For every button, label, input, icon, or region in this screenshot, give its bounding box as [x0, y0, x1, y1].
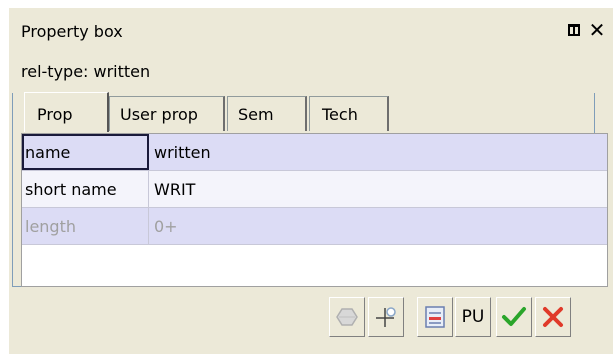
- property-value-cell: 0+: [154, 217, 178, 236]
- property-row-name[interactable]: name written: [22, 134, 607, 171]
- property-value-cell[interactable]: written: [150, 134, 607, 170]
- property-name-cell: length: [22, 208, 149, 244]
- tab-user-prop[interactable]: User prop: [109, 96, 225, 131]
- property-value-cell[interactable]: WRIT: [150, 171, 607, 207]
- pu-label: PU: [461, 307, 485, 327]
- property-row-short-name[interactable]: short name WRIT: [22, 171, 607, 208]
- hexagon-disabled-icon: [329, 297, 365, 337]
- restore-window-icon[interactable]: [565, 21, 583, 39]
- cross-icon[interactable]: [535, 297, 571, 337]
- property-row-length: length 0+: [22, 208, 607, 245]
- panel-title: Property box: [21, 22, 123, 41]
- property-name-cell[interactable]: name: [22, 134, 149, 170]
- property-toolbar: PU: [329, 297, 609, 339]
- tab-sem[interactable]: Sem: [227, 96, 307, 131]
- rel-type-label: rel-type: written: [21, 62, 151, 81]
- property-grid: name written short name WRIT length 0+: [21, 133, 608, 287]
- form-icon[interactable]: [417, 297, 453, 337]
- close-icon[interactable]: ✕: [588, 20, 606, 40]
- property-name-cell[interactable]: short name: [22, 171, 149, 207]
- crosshair-icon[interactable]: [368, 297, 404, 337]
- tab-prop[interactable]: Prop: [24, 92, 109, 132]
- tab-tech[interactable]: Tech: [309, 96, 389, 131]
- title-bar: Property box ✕: [9, 8, 613, 42]
- pu-text-icon[interactable]: PU: [455, 297, 491, 337]
- check-icon[interactable]: [496, 297, 532, 337]
